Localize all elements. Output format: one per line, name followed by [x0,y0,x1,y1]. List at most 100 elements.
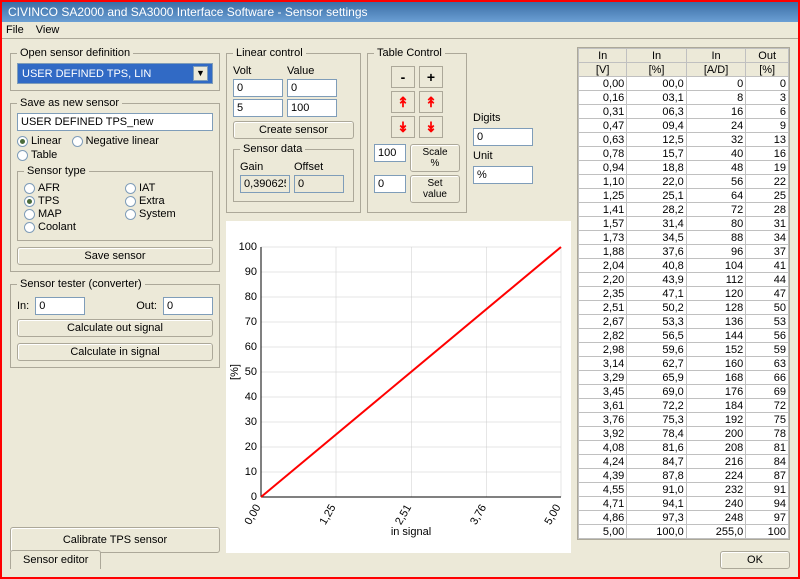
table-row[interactable]: 0,6312,53213 [579,133,789,147]
plus-button[interactable]: + [419,66,443,88]
table-row[interactable]: 3,2965,916866 [579,371,789,385]
table-row[interactable]: 2,3547,112047 [579,287,789,301]
table-cell: 75 [746,413,789,427]
table-row[interactable]: 2,0440,810441 [579,259,789,273]
table-cell: 4,71 [579,497,627,511]
table-row[interactable]: 0,0000,000 [579,77,789,91]
table-row[interactable]: 4,3987,822487 [579,469,789,483]
tester-out-input[interactable] [163,297,213,315]
arrow-up-left-button[interactable]: ↟ [391,91,415,113]
table-row[interactable]: 1,8837,69637 [579,245,789,259]
menu-file[interactable]: File [6,24,24,36]
radio-linear[interactable]: Linear [17,135,62,147]
offset-header: Offset [294,161,344,173]
table-row[interactable]: 4,5591,023291 [579,483,789,497]
table-row[interactable]: 1,1022,05622 [579,175,789,189]
chevron-down-icon[interactable]: ▼ [193,66,208,81]
gain-header: Gain [240,161,290,173]
table-row[interactable]: 4,0881,620881 [579,441,789,455]
sensor-name-input[interactable] [17,113,213,131]
radio-system[interactable]: System [125,208,206,220]
radio-afr[interactable]: AFR [24,182,105,194]
table-row[interactable]: 3,9278,420078 [579,427,789,441]
table-header[interactable]: In [579,49,627,63]
table-row[interactable]: 4,2484,721684 [579,455,789,469]
sensor-dropdown-value: USER DEFINED TPS, LIN [22,68,151,80]
table-cell: 28,2 [627,203,686,217]
table-cell: 112 [686,273,745,287]
table-row[interactable]: 3,1462,716063 [579,357,789,371]
table-cell: 06,3 [627,105,686,119]
digits-input[interactable] [473,128,533,146]
table-cell: 255,0 [686,525,745,539]
table-row[interactable]: 3,4569,017669 [579,385,789,399]
calc-out-button[interactable]: Calculate out signal [17,319,213,337]
table-row[interactable]: 0,7815,74016 [579,147,789,161]
table-header[interactable]: Out [746,49,789,63]
ok-button[interactable]: OK [720,551,790,569]
arrow-down-icon: ↡ [425,119,437,136]
table-row[interactable]: 3,6172,218472 [579,399,789,413]
radio-neglinear[interactable]: Negative linear [72,135,159,147]
table-cell: 6 [746,105,789,119]
table-row[interactable]: 5,00100,0255,0100 [579,525,789,539]
table-row[interactable]: 3,7675,319275 [579,413,789,427]
tab-sensor-editor[interactable]: Sensor editor [10,550,101,569]
save-sensor-button[interactable]: Save sensor [17,247,213,265]
menu-view[interactable]: View [36,24,60,36]
radio-table[interactable]: Table [17,149,213,161]
scale-button[interactable]: Scale % [410,144,460,172]
unit-input[interactable] [473,166,533,184]
arrow-up-right-button[interactable]: ↟ [419,91,443,113]
sensor-dropdown[interactable]: USER DEFINED TPS, LIN ▼ [17,63,213,84]
table-row[interactable]: 0,4709,4249 [579,119,789,133]
arrow-down-right-button[interactable]: ↡ [419,116,443,138]
table-cell: 120 [686,287,745,301]
tester-in-input[interactable] [35,297,85,315]
radio-map[interactable]: MAP [24,208,105,220]
table-row[interactable]: 2,9859,615259 [579,343,789,357]
arrow-down-left-button[interactable]: ↡ [391,116,415,138]
val1-input[interactable] [287,79,337,97]
calc-in-button[interactable]: Calculate in signal [17,343,213,361]
table-cell: 0 [746,77,789,91]
table-row[interactable]: 0,9418,84819 [579,161,789,175]
val2-input[interactable] [287,99,337,117]
table-header[interactable]: In [686,49,745,63]
table-cell: 0,63 [579,133,627,147]
table-row[interactable]: 2,2043,911244 [579,273,789,287]
table-row[interactable]: 1,4128,27228 [579,203,789,217]
table-row[interactable]: 4,8697,324897 [579,511,789,525]
table-row[interactable]: 1,5731,48031 [579,217,789,231]
table-row[interactable]: 0,3106,3166 [579,105,789,119]
volt1-input[interactable] [233,79,283,97]
create-sensor-button[interactable]: Create sensor [233,121,354,139]
table-cell: 1,41 [579,203,627,217]
table-cell: 31 [746,217,789,231]
minus-button[interactable]: - [391,66,415,88]
radio-iat[interactable]: IAT [125,182,206,194]
table-row[interactable]: 2,6753,313653 [579,315,789,329]
table-row[interactable]: 1,2525,16425 [579,189,789,203]
radio-extra[interactable]: Extra [125,195,206,207]
setval-button[interactable]: Set value [410,175,460,203]
volt2-input[interactable] [233,99,283,117]
table-cell: 5,00 [579,525,627,539]
table-cell: 3,61 [579,399,627,413]
table-row[interactable]: 4,7194,124094 [579,497,789,511]
table-header[interactable]: In [627,49,686,63]
scale-input[interactable] [374,144,406,162]
radio-coolant[interactable]: Coolant [24,221,105,233]
table-cell: 87,8 [627,469,686,483]
table-row[interactable]: 1,7334,58834 [579,231,789,245]
table-cell: 1,88 [579,245,627,259]
table-row[interactable]: 2,5150,212850 [579,301,789,315]
title-bar[interactable]: CIVINCO SA2000 and SA3000 Interface Soft… [2,2,798,22]
radio-tps[interactable]: TPS [24,195,105,207]
table-row[interactable]: 0,1603,183 [579,91,789,105]
table-cell: 47,1 [627,287,686,301]
setval-input[interactable] [374,175,406,193]
table-row[interactable]: 2,8256,514456 [579,329,789,343]
table-cell: 50 [746,301,789,315]
table-cell: 3,76 [579,413,627,427]
